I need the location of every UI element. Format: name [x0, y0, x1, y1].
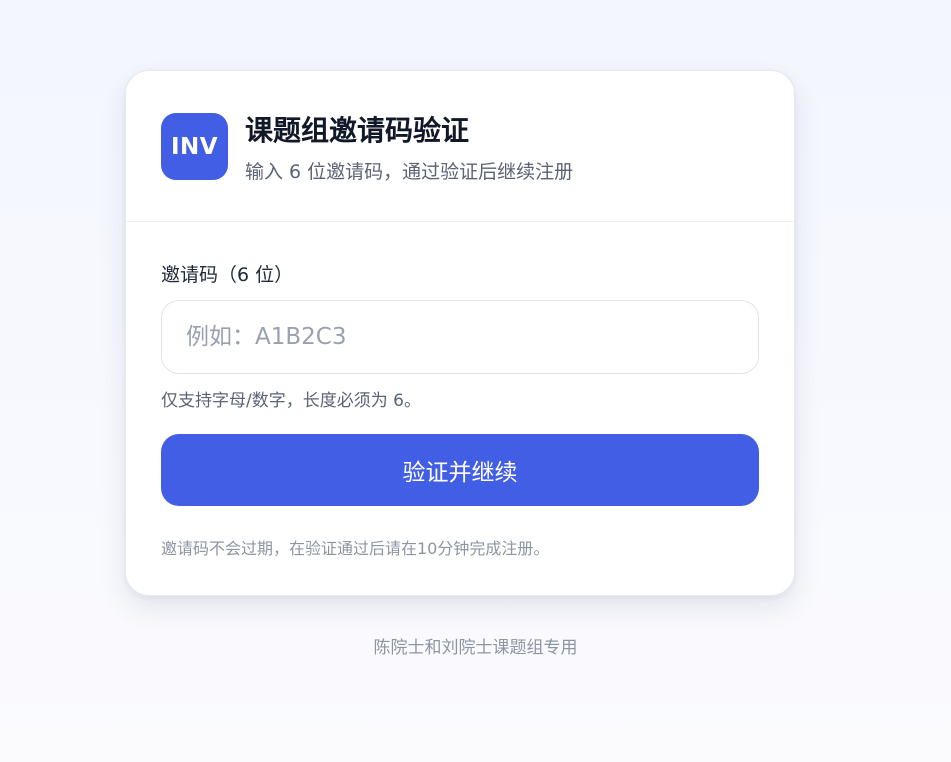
footer-text: 陈院士和刘院士课题组专用 [373, 638, 578, 658]
invite-code-input[interactable] [162, 301, 758, 373]
invite-card: INV 课题组邀请码验证 输入 6 位邀请码，通过验证后继续注册 邀请码（6 位… [125, 70, 795, 596]
page-title: 课题组邀请码验证 [245, 114, 470, 147]
page-subtitle: 输入 6 位邀请码，通过验证后继续注册 [245, 161, 574, 183]
invite-code-field[interactable] [161, 300, 759, 374]
invite-code-hint: 仅支持字母/数字，长度必须为 6。 [161, 391, 421, 411]
invite-code-label: 邀请码（6 位） [161, 264, 294, 286]
invite-logo: INV [161, 113, 228, 180]
verify-continue-button[interactable]: 验证并继续 [161, 434, 759, 506]
expiry-note: 邀请码不会过期，在验证通过后请在10分钟完成注册。 [161, 539, 550, 558]
card-header: INV 课题组邀请码验证 输入 6 位邀请码，通过验证后继续注册 [126, 71, 794, 222]
